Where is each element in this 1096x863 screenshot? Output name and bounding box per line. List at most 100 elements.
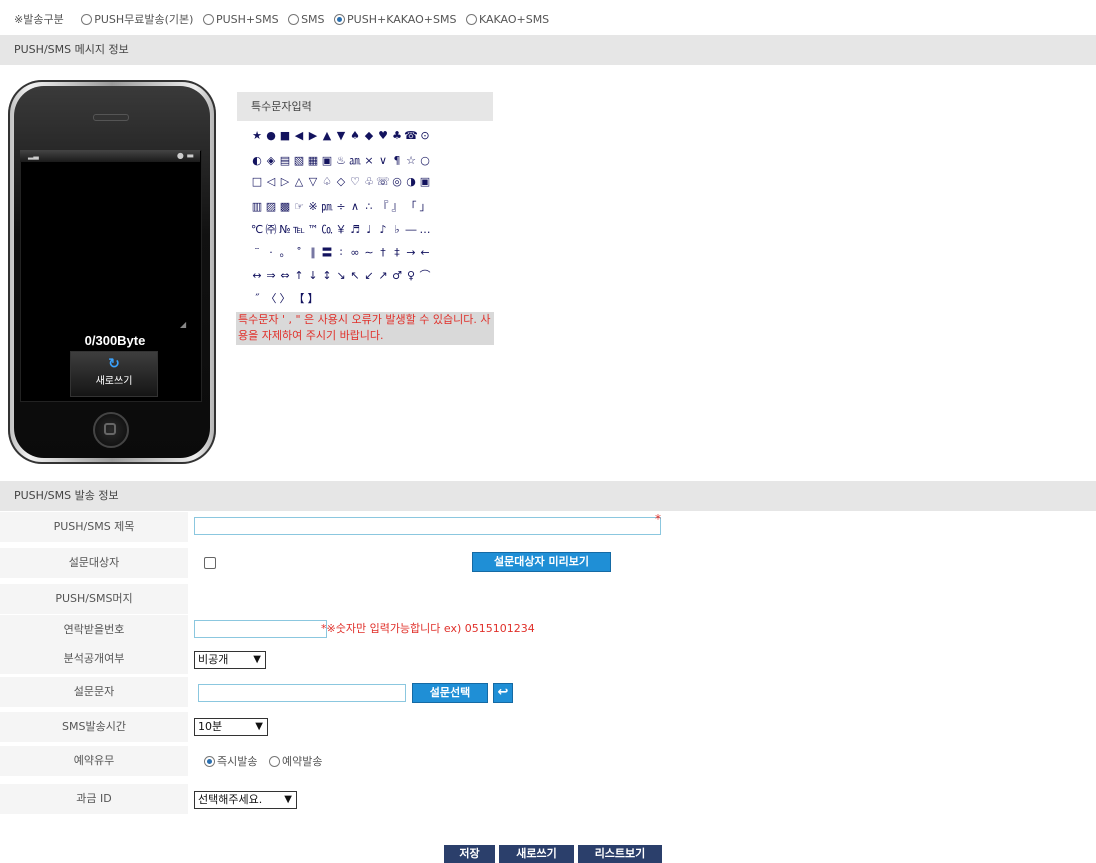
special-char[interactable]: ▥ xyxy=(250,200,264,213)
special-char[interactable]: ∨ xyxy=(376,154,390,167)
special-char[interactable]: △ xyxy=(292,175,306,188)
special-char[interactable]: 『 xyxy=(376,198,390,214)
rewrite-button[interactable]: 새로쓰기 xyxy=(499,845,574,863)
special-char[interactable]: ↓ xyxy=(306,269,320,282)
special-char[interactable]: ※ xyxy=(306,200,320,213)
special-char[interactable]: ↕ xyxy=(320,269,334,282)
send-type-option-kakao-sms[interactable]: KAKAO+SMS xyxy=(465,13,549,26)
special-char[interactable]: ∴ xyxy=(362,200,376,213)
list-button[interactable]: 리스트보기 xyxy=(578,845,662,863)
special-char[interactable]: ♤ xyxy=(320,175,334,188)
special-char[interactable]: ◁ xyxy=(264,175,278,188)
phone-rewrite-button[interactable]: ↻ 새로쓰기 xyxy=(70,351,158,397)
special-char[interactable]: ㈜ xyxy=(264,221,278,237)
special-char[interactable]: □ xyxy=(250,175,264,188)
special-char[interactable]: ▽ xyxy=(306,175,320,188)
special-char[interactable]: ◐ xyxy=(250,154,264,167)
special-char[interactable]: 』 xyxy=(390,198,404,214)
special-char[interactable]: 「 xyxy=(404,198,418,214)
special-char[interactable]: ‡ xyxy=(390,246,404,259)
special-char[interactable]: ™ xyxy=(306,223,320,236)
preview-target-button[interactable]: 설문대상자 미리보기 xyxy=(472,552,611,572)
special-char[interactable]: ◎ xyxy=(390,175,404,188)
radio-icon[interactable] xyxy=(268,756,280,767)
special-char[interactable]: … xyxy=(418,223,432,236)
radio-icon[interactable] xyxy=(202,14,214,25)
special-char[interactable]: ▣ xyxy=(320,154,334,167)
special-char[interactable]: ▼ xyxy=(334,129,348,142)
special-char[interactable]: → xyxy=(404,246,418,259)
special-char[interactable]: ♣ xyxy=(390,129,404,142)
special-char[interactable]: ♥ xyxy=(376,129,390,142)
special-char[interactable]: ◑ xyxy=(404,175,418,188)
send-type-option-sms[interactable]: SMS xyxy=(288,13,325,26)
special-char[interactable]: ▲ xyxy=(320,129,334,142)
special-char[interactable]: ▧ xyxy=(292,154,306,167)
special-char[interactable]: · xyxy=(264,246,278,259)
special-char[interactable]: ↔ xyxy=(250,269,264,282)
special-char[interactable]: ℡ xyxy=(292,223,306,236)
special-char[interactable]: ☏ xyxy=(376,175,390,188)
special-char[interactable]: ☎ xyxy=(404,129,418,142)
special-char[interactable]: 〉 xyxy=(278,290,292,306)
send-type-option-push-sms[interactable]: PUSH+SMS xyxy=(202,13,279,26)
special-char[interactable]: ￥ xyxy=(334,221,348,237)
special-char[interactable]: 〓 xyxy=(320,244,334,260)
special-char[interactable]: 〈 xyxy=(264,290,278,306)
special-char[interactable]: ¶ xyxy=(390,154,404,167)
special-char[interactable]: ↙ xyxy=(362,269,376,282)
special-char[interactable]: ♬ xyxy=(348,223,362,236)
special-char[interactable]: ♂ xyxy=(390,269,404,282)
special-char[interactable]: ↖ xyxy=(348,269,362,282)
public-select[interactable]: 비공개 ▼ xyxy=(194,651,266,669)
special-char[interactable]: 」 xyxy=(418,198,432,214)
special-char[interactable]: 】 xyxy=(306,290,320,306)
special-char[interactable]: ㏇ xyxy=(320,221,334,237)
special-char[interactable]: ♀ xyxy=(404,269,418,282)
special-char[interactable]: ★ xyxy=(250,129,264,142)
target-checkbox[interactable] xyxy=(204,557,216,569)
radio-icon[interactable] xyxy=(81,14,93,25)
special-char[interactable]: ÷ xyxy=(334,200,348,213)
special-char[interactable]: ㏘ xyxy=(320,198,334,214)
reserve-option-scheduled[interactable]: 예약발송 xyxy=(268,755,322,768)
send-type-option-push-free[interactable]: PUSH무료발송(기본) xyxy=(81,13,193,26)
return-icon[interactable]: ↩ xyxy=(493,683,513,703)
send-type-option-push-kakao-sms[interactable]: PUSH+KAKAO+SMS xyxy=(334,13,456,26)
special-char[interactable]: ∞ xyxy=(348,246,362,259)
special-char[interactable]: ⌒ xyxy=(418,267,432,283)
special-char[interactable]: 【 xyxy=(292,290,306,306)
radio-selected-icon[interactable] xyxy=(334,14,346,25)
survey-select-button[interactable]: 설문선택 xyxy=(412,683,488,703)
special-char[interactable]: ˚ xyxy=(292,246,306,259)
radio-icon[interactable] xyxy=(288,14,300,25)
billing-select[interactable]: 선택해주세요. ▼ xyxy=(194,791,297,809)
special-char[interactable]: ♡ xyxy=(348,175,362,188)
special-char[interactable]: ☆ xyxy=(404,154,418,167)
special-char[interactable]: ● xyxy=(264,129,278,142)
special-char[interactable]: ⇒ xyxy=(264,269,278,282)
special-char[interactable]: ∧ xyxy=(348,200,362,213)
sms-time-select[interactable]: 10분 ▼ xyxy=(194,718,268,736)
save-button[interactable]: 저장 xyxy=(444,845,495,863)
special-char[interactable]: ◇ xyxy=(334,175,348,188)
special-char[interactable]: ▶ xyxy=(306,129,320,142)
special-char[interactable]: ▨ xyxy=(264,200,278,213)
special-char[interactable]: ◀ xyxy=(292,129,306,142)
special-char[interactable]: ▩ xyxy=(278,200,292,213)
radio-icon[interactable] xyxy=(465,14,477,25)
special-char[interactable]: ↗ xyxy=(376,269,390,282)
special-char[interactable]: ♧ xyxy=(362,175,376,188)
special-char[interactable]: ⇔ xyxy=(278,269,292,282)
special-char[interactable]: № xyxy=(278,223,292,236)
title-input[interactable] xyxy=(194,517,661,535)
special-char[interactable]: ∥ xyxy=(306,246,320,259)
special-char[interactable]: ♩ xyxy=(362,223,376,236)
special-char[interactable]: ■ xyxy=(278,129,292,142)
special-char[interactable]: ˝ xyxy=(250,292,264,305)
special-char[interactable]: ↘ xyxy=(334,269,348,282)
special-char[interactable]: ▷ xyxy=(278,175,292,188)
reserve-option-immediate[interactable]: 즉시발송 xyxy=(204,755,257,768)
special-char[interactable]: ♠ xyxy=(348,129,362,142)
special-char[interactable]: ▣ xyxy=(418,175,432,188)
